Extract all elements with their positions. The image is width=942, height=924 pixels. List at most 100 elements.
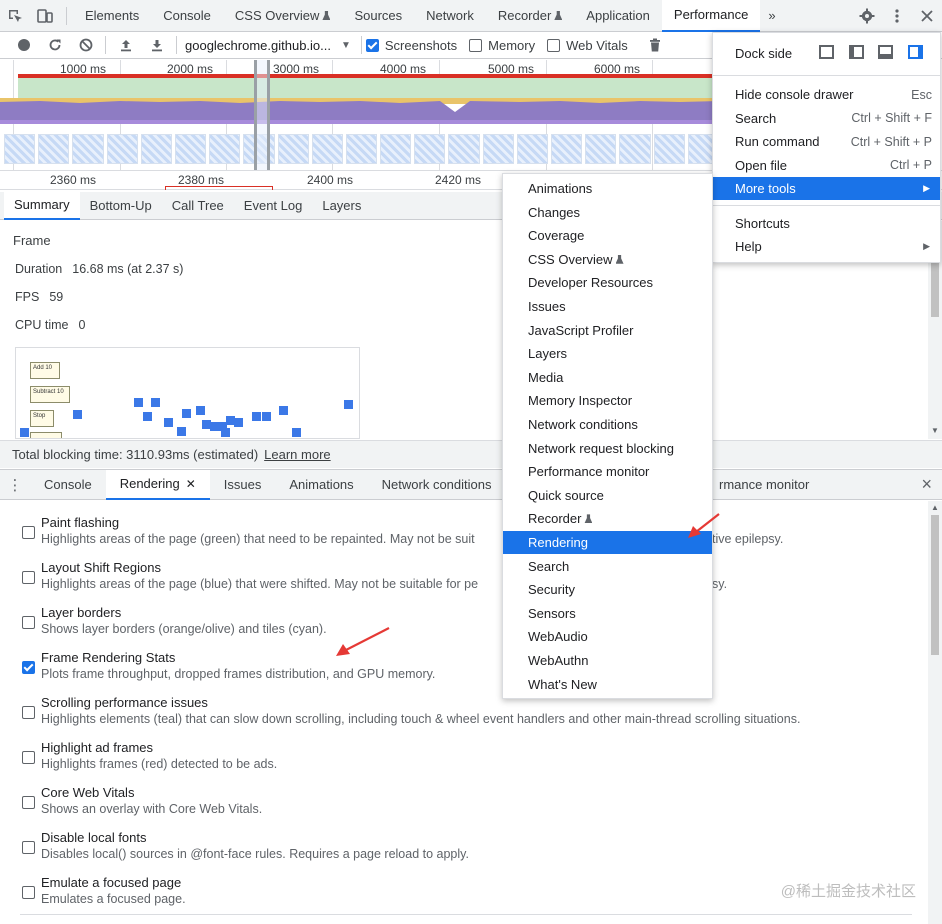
screenshot-thumbnail[interactable] [619, 134, 651, 164]
screenshot-thumbnail[interactable] [277, 134, 309, 164]
checkbox-box[interactable] [547, 38, 561, 52]
dock-bottom-icon[interactable] [878, 45, 893, 59]
close-devtools-icon[interactable] [912, 0, 942, 32]
load-profile-button[interactable] [110, 38, 141, 52]
menu-item-recorder[interactable]: Recorder [503, 507, 712, 530]
tab-console[interactable]: Console [151, 0, 223, 32]
menu-item-javascript-profiler[interactable]: JavaScript Profiler [503, 319, 712, 342]
checkbox-highlight-ad-frames[interactable] [22, 751, 35, 764]
device-toolbar-icon[interactable] [30, 0, 60, 32]
checkbox-disable-local-fonts[interactable] [22, 841, 35, 854]
tab-layers[interactable]: Layers [312, 192, 371, 220]
tab-bottom-up[interactable]: Bottom-Up [80, 192, 162, 220]
menu-item-performance-monitor[interactable]: Performance monitor [503, 460, 712, 483]
tab-issues[interactable]: Issues [210, 470, 276, 500]
drawer-menu-icon[interactable]: ⋮ [0, 476, 30, 494]
clear-button[interactable] [70, 38, 101, 52]
close-drawer-icon[interactable]: × [921, 474, 932, 495]
screenshot-thumbnail[interactable] [311, 134, 343, 164]
tab-application[interactable]: Application [574, 0, 662, 32]
menu-item-media[interactable]: Media [503, 366, 712, 389]
selected-frame-marker[interactable] [165, 186, 273, 190]
rendering-scrollbar[interactable]: ▲ [928, 501, 942, 924]
settings-gear-icon[interactable] [852, 0, 882, 32]
tab-performance-monitor[interactable]: rmance monitor [705, 470, 823, 500]
checkbox-emulate-a-focused-page[interactable] [22, 886, 35, 899]
menu-item-quick-source[interactable]: Quick source [503, 484, 712, 507]
menu-item-security[interactable]: Security [503, 578, 712, 601]
menu-item-css-overview[interactable]: CSS Overview [503, 248, 712, 271]
screenshot-thumbnail[interactable] [551, 134, 583, 164]
tab-event-log[interactable]: Event Log [234, 192, 313, 220]
screenshot-thumbnail[interactable] [38, 134, 70, 164]
menu-item-changes[interactable]: Changes [503, 201, 712, 224]
menu-item-what-s-new[interactable]: What's New [503, 673, 712, 696]
tab-console[interactable]: Console [30, 470, 106, 500]
menu-item-help[interactable]: Help ▶ [713, 235, 940, 258]
dock-right-icon[interactable] [908, 45, 923, 59]
tab-sources[interactable]: Sources [342, 0, 414, 32]
checkbox-core-web-vitals[interactable] [22, 796, 35, 809]
menu-item-shortcuts[interactable]: Shortcuts [713, 212, 940, 235]
tab-network[interactable]: Network [414, 0, 486, 32]
screenshot-thumbnail[interactable] [106, 134, 138, 164]
scrollbar-thumb[interactable] [931, 515, 939, 655]
tab-animations[interactable]: Animations [275, 470, 367, 500]
screenshot-thumbnail[interactable] [345, 134, 378, 164]
menu-item-webaudio[interactable]: WebAudio [503, 625, 712, 648]
screenshot-thumbnail[interactable] [448, 134, 480, 164]
dock-left-icon[interactable] [849, 45, 864, 59]
screenshot-thumbnail[interactable] [4, 134, 36, 164]
menu-item-search[interactable]: Search [503, 555, 712, 578]
scroll-down-arrow-icon[interactable]: ▼ [931, 426, 939, 435]
screenshot-thumbnail[interactable] [209, 134, 241, 164]
screenshot-thumbnail[interactable] [174, 134, 207, 164]
inspect-element-icon[interactable] [0, 0, 30, 32]
memory-checkbox[interactable]: Memory [469, 38, 535, 53]
menu-item-rendering[interactable]: Rendering [503, 531, 712, 554]
screenshot-thumbnail[interactable] [585, 134, 617, 164]
checkbox-box[interactable] [469, 38, 483, 52]
screenshot-thumbnail[interactable] [72, 134, 104, 164]
recording-select[interactable]: googlechrome.github.io... ▼ [181, 38, 357, 53]
tab-elements[interactable]: Elements [73, 0, 151, 32]
menu-item-search[interactable]: Search Ctrl + Shift + F [713, 107, 940, 130]
checkbox-paint-flashing[interactable] [22, 526, 35, 539]
scroll-up-arrow-icon[interactable]: ▲ [931, 503, 939, 512]
record-button[interactable] [8, 39, 39, 51]
more-tabs-button[interactable]: » [760, 0, 783, 32]
tab-summary[interactable]: Summary [4, 191, 80, 220]
menu-item-memory-inspector[interactable]: Memory Inspector [503, 389, 712, 412]
tab-network-conditions[interactable]: Network conditions [368, 470, 506, 500]
checkbox-box[interactable] [365, 38, 379, 52]
web-vitals-checkbox[interactable]: Web Vitals [547, 38, 628, 53]
selection-window[interactable] [254, 60, 270, 172]
checkbox-frame-rendering-stats[interactable] [22, 661, 35, 674]
tab-performance[interactable]: Performance [661, 0, 761, 32]
garbage-collect-button[interactable] [640, 38, 671, 52]
menu-item-open-file[interactable]: Open file Ctrl + P [713, 154, 940, 177]
reload-record-button[interactable] [39, 38, 70, 52]
menu-item-animations[interactable]: Animations [503, 177, 712, 200]
menu-item-run-command[interactable]: Run command Ctrl + Shift + P [713, 130, 940, 153]
checkbox-scrolling-performance-issues[interactable] [22, 706, 35, 719]
screenshot-thumbnail[interactable] [482, 134, 514, 164]
screenshot-thumbnail[interactable] [653, 134, 685, 164]
learn-more-link[interactable]: Learn more [264, 447, 330, 462]
menu-item-issues[interactable]: Issues [503, 295, 712, 318]
screenshot-thumbnail[interactable] [380, 134, 412, 164]
menu-item-developer-resources[interactable]: Developer Resources [503, 271, 712, 294]
tab-rendering[interactable]: Rendering ✕ [105, 469, 210, 500]
menu-item-network-request-blocking[interactable]: Network request blocking [503, 437, 712, 460]
screenshots-checkbox[interactable]: Screenshots [365, 38, 457, 53]
menu-item-more-tools[interactable]: More tools ▶ [713, 177, 940, 200]
menu-item-webauthn[interactable]: WebAuthn [503, 649, 712, 672]
tab-call-tree[interactable]: Call Tree [162, 192, 234, 220]
tab-css-overview[interactable]: CSS Overview [223, 0, 343, 32]
menu-item-network-conditions[interactable]: Network conditions [503, 413, 712, 436]
screenshot-thumbnail[interactable] [140, 134, 172, 164]
undock-icon[interactable] [819, 45, 834, 59]
tab-recorder[interactable]: Recorder [486, 0, 574, 32]
screenshot-thumbnail[interactable] [516, 134, 548, 164]
menu-item-layers[interactable]: Layers [503, 342, 712, 365]
